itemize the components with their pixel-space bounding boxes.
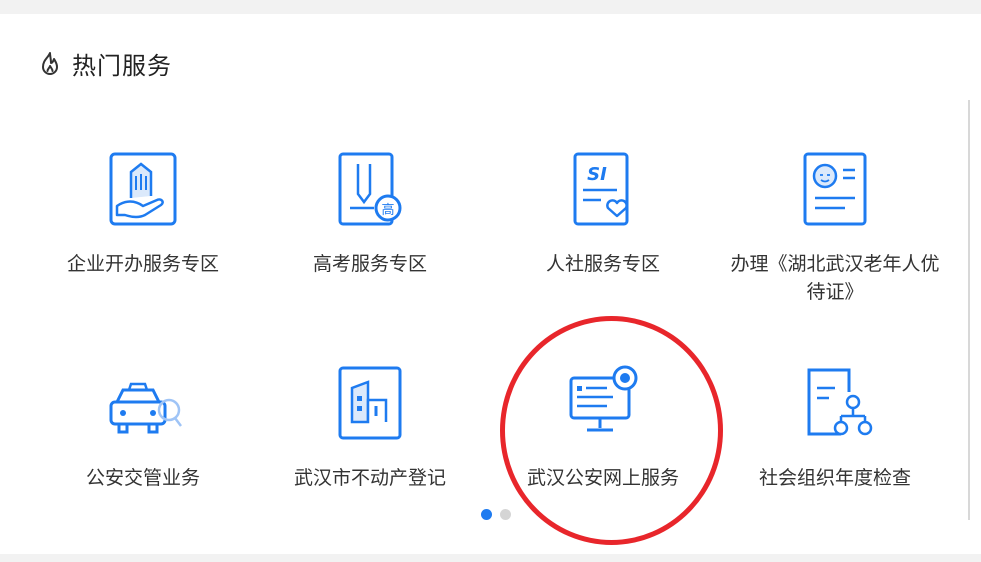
property-building-icon bbox=[338, 366, 402, 440]
exam-pen-icon: 高 bbox=[338, 152, 402, 226]
service-label: 高考服务专区 bbox=[312, 253, 427, 275]
service-label: 企业开办服务专区 bbox=[66, 253, 219, 275]
police-computer-icon bbox=[569, 365, 638, 432]
service-label: 武汉公安网上服务 bbox=[526, 467, 679, 489]
police-car-icon bbox=[109, 382, 182, 434]
service-label: 人社服务专区 bbox=[545, 253, 660, 275]
carousel-pagination bbox=[481, 509, 511, 520]
scrollbar[interactable] bbox=[968, 100, 970, 520]
service-item-traffic[interactable]: 公安交管业务 bbox=[28, 364, 258, 492]
flame-icon bbox=[42, 51, 58, 75]
service-label: 社会组织年度检查 bbox=[758, 467, 911, 489]
org-chart-icon bbox=[807, 368, 873, 436]
service-item-senior-card[interactable]: 办理《湖北武汉老年人优待证》 bbox=[720, 150, 950, 306]
carousel-dot-1[interactable] bbox=[481, 509, 492, 520]
social-insurance-icon: SI bbox=[573, 152, 629, 226]
section-header: 热门服务 bbox=[36, 46, 172, 81]
section-title: 热门服务 bbox=[72, 52, 172, 80]
hot-services-panel: 热门服务 企业开办服务专区 高 高考服务专区 SI 人社服务专区 办理《湖北武汉… bbox=[0, 14, 981, 554]
service-label: 武汉市不动产登记 bbox=[293, 467, 446, 489]
service-label: 公安交管业务 bbox=[85, 467, 200, 489]
service-item-property[interactable]: 武汉市不动产登记 bbox=[255, 364, 485, 492]
senior-card-icon bbox=[803, 152, 867, 226]
svg-text:高: 高 bbox=[381, 202, 394, 218]
service-item-social-insurance[interactable]: SI 人社服务专区 bbox=[488, 150, 718, 278]
services-grid: 企业开办服务专区 高 高考服务专区 SI 人社服务专区 办理《湖北武汉老年人优待… bbox=[0, 146, 960, 489]
service-label: 办理《湖北武汉老年人优待证》 bbox=[730, 253, 940, 303]
service-item-business[interactable]: 企业开办服务专区 bbox=[28, 150, 258, 278]
building-hand-icon bbox=[109, 152, 177, 226]
carousel-dot-2[interactable] bbox=[500, 509, 511, 520]
service-item-police-online[interactable]: 武汉公安网上服务 bbox=[488, 364, 718, 492]
service-item-gaokao[interactable]: 高 高考服务专区 bbox=[255, 150, 485, 278]
svg-text:SI: SI bbox=[587, 164, 607, 185]
service-item-org-inspection[interactable]: 社会组织年度检查 bbox=[720, 364, 950, 492]
